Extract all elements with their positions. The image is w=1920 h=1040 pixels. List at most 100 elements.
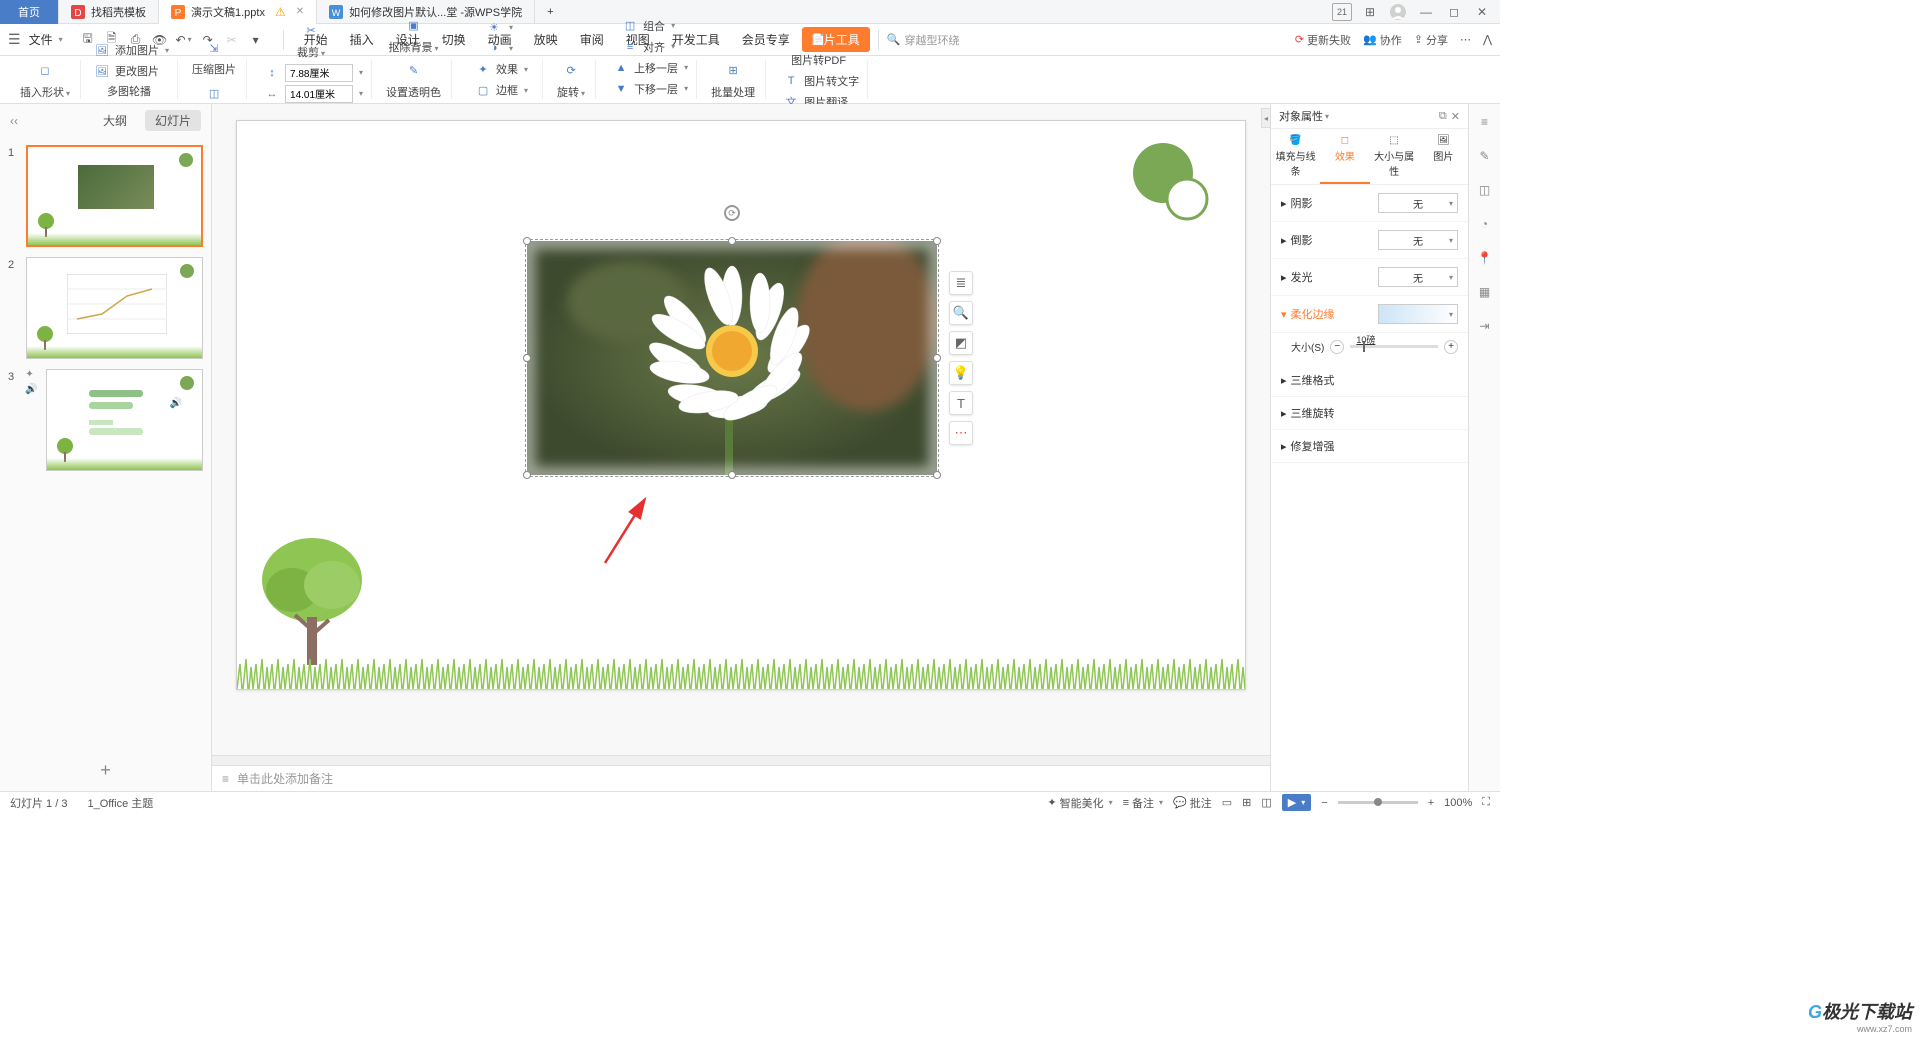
brightness-button[interactable]: ☀▾ xyxy=(483,17,515,37)
slide-thumb-2[interactable] xyxy=(26,257,203,359)
tab-add[interactable]: + xyxy=(535,0,565,24)
add-image-button[interactable]: 🖼添加图片▾ xyxy=(91,40,171,60)
slide-canvas[interactable]: ⟳ ≣ 🔍 ◩ 💡 T ⋯ xyxy=(236,120,1246,690)
thumb-row[interactable]: 3 ✦🔊 🔊 xyxy=(8,369,203,471)
text-button[interactable]: T xyxy=(949,391,973,415)
collapse-ribbon[interactable]: ⋀ xyxy=(1483,33,1492,46)
pp-tab-fill[interactable]: 🪣填充与线条 xyxy=(1271,129,1320,184)
tab-templates[interactable]: D 找稻壳模板 xyxy=(59,0,159,24)
maximize-icon[interactable]: ◻ xyxy=(1444,3,1464,21)
transparent-color-button[interactable]: ✎设置透明色 xyxy=(382,58,445,102)
minus-icon[interactable]: − xyxy=(1330,340,1344,354)
ri-toolbox-icon[interactable]: ≡ xyxy=(1475,112,1495,132)
resize-handle-ne[interactable] xyxy=(933,237,941,245)
multi-rotate-button[interactable]: 多图轮播 xyxy=(105,82,163,100)
softedge-section[interactable]: ▾柔化边缘▾ xyxy=(1271,296,1468,333)
more-menu[interactable]: ⋯ xyxy=(1460,33,1471,46)
notes-button[interactable]: ≡备注▾ xyxy=(1123,795,1163,811)
zoom-value[interactable]: 100% xyxy=(1444,797,1472,809)
glow-select[interactable]: 无▾ xyxy=(1378,267,1458,287)
border-button[interactable]: ▢边框▾ xyxy=(472,80,530,100)
thumb-row[interactable]: 2 xyxy=(8,257,203,359)
update-fail[interactable]: ⟳更新失败 xyxy=(1295,32,1351,48)
reflection-select[interactable]: 无▾ xyxy=(1378,230,1458,250)
ri-style-icon[interactable]: ✎ xyxy=(1475,146,1495,166)
send-backward-button[interactable]: ▼下移一层▾ xyxy=(610,79,690,99)
repair-section[interactable]: ▸修复增强 xyxy=(1271,430,1468,463)
collapse-prop-icon[interactable]: ◂ xyxy=(1261,108,1271,128)
menu-insert[interactable]: 插入 xyxy=(340,27,384,52)
align-button[interactable]: ≡对齐▾ xyxy=(619,37,677,57)
collapse-panel-icon[interactable]: ‹‹ xyxy=(10,114,18,128)
pp-tab-image[interactable]: 🖼图片 xyxy=(1419,129,1468,184)
bring-forward-button[interactable]: ▲上移一层▾ xyxy=(610,58,690,78)
contrast-button[interactable]: ◑▾ xyxy=(483,38,515,58)
slideshow-button[interactable]: ▶▾ xyxy=(1282,794,1311,811)
size-slider[interactable] xyxy=(1350,345,1438,348)
add-slide-button[interactable]: + xyxy=(0,750,211,791)
effects-button[interactable]: ✦效果▾ xyxy=(472,59,530,79)
beautify-button[interactable]: ✦智能美化▾ xyxy=(1047,795,1112,811)
menu-slideshow[interactable]: 放映 xyxy=(524,27,568,52)
remove-bg-button[interactable]: ▣抠除背景▾ xyxy=(385,13,443,57)
threed-rotate-section[interactable]: ▸三维旋转 xyxy=(1271,397,1468,430)
close-icon[interactable]: ✕ xyxy=(1472,3,1492,21)
slide-thumb-3[interactable]: 🔊 xyxy=(46,369,203,471)
more-icon[interactable]: ▾ xyxy=(247,31,265,49)
avatar-icon[interactable] xyxy=(1388,3,1408,21)
width-input[interactable]: ↔▾ xyxy=(261,84,365,104)
plus-icon[interactable]: + xyxy=(1444,340,1458,354)
search-box[interactable]: 🔍 穿越型环绕 xyxy=(878,30,968,50)
pp-tab-effects[interactable]: ◻效果 xyxy=(1320,129,1369,184)
softedge-select[interactable]: ▾ xyxy=(1378,304,1458,324)
rotate-handle[interactable]: ⟳ xyxy=(724,205,740,221)
view-sorter-icon[interactable]: ⊞ xyxy=(1242,796,1251,809)
resize-handle-e[interactable] xyxy=(933,354,941,362)
combine-button[interactable]: ◫组合▾ xyxy=(619,16,677,36)
menu-icon[interactable]: ☰ xyxy=(8,31,21,48)
more-button[interactable]: ⋯ xyxy=(949,421,973,445)
close-icon[interactable]: ✕ xyxy=(296,6,304,17)
zoom-in-icon[interactable]: + xyxy=(1428,797,1434,809)
resize-handle-nw[interactable] xyxy=(523,237,531,245)
minimize-icon[interactable]: — xyxy=(1416,3,1436,21)
ri-template-icon[interactable]: ▦ xyxy=(1475,282,1495,302)
resize-handle-s[interactable] xyxy=(728,471,736,479)
ri-export-icon[interactable]: ⇥ xyxy=(1475,316,1495,336)
h-scrollbar[interactable] xyxy=(212,755,1270,765)
fit-icon[interactable]: ⛶ xyxy=(1482,796,1490,809)
apps-icon[interactable]: ⊞ xyxy=(1360,3,1380,21)
ri-pin-icon[interactable]: 📍 xyxy=(1475,248,1495,268)
close-panel-icon[interactable]: ✕ xyxy=(1451,110,1460,123)
share[interactable]: ⇪分享 xyxy=(1414,32,1448,48)
slides-tab[interactable]: 幻灯片 xyxy=(145,110,201,131)
shadow-select[interactable]: 无▾ xyxy=(1378,193,1458,213)
comments-button[interactable]: 💬批注 xyxy=(1173,795,1212,811)
ri-clip-icon[interactable]: ◔ xyxy=(1475,214,1495,234)
to-pdf-button[interactable]: 📄图片转PDF xyxy=(787,26,850,70)
height-field[interactable] xyxy=(285,64,353,82)
height-input[interactable]: ↕▾ xyxy=(261,63,365,83)
resize-handle-w[interactable] xyxy=(523,354,531,362)
resize-handle-n[interactable] xyxy=(728,237,736,245)
compress-button[interactable]: ⇲压缩图片 xyxy=(188,35,240,79)
view-reading-icon[interactable]: ◫ xyxy=(1261,796,1271,809)
outline-tab[interactable]: 大纲 xyxy=(93,110,137,131)
menu-review[interactable]: 审阅 xyxy=(570,27,614,52)
file-menu[interactable]: 文件▾ xyxy=(23,29,69,50)
crop-button[interactable]: ✂裁剪▾ xyxy=(293,18,329,62)
threed-format-section[interactable]: ▸三维格式 xyxy=(1271,364,1468,397)
zoom-button[interactable]: 🔍 xyxy=(949,301,973,325)
shadow-section[interactable]: ▸阴影无▾ xyxy=(1271,185,1468,222)
selected-image[interactable]: ⟳ xyxy=(527,241,937,475)
resize-handle-se[interactable] xyxy=(933,471,941,479)
layers-button[interactable]: ≣ xyxy=(949,271,973,295)
zoom-slider[interactable] xyxy=(1338,801,1418,804)
insert-shape-button[interactable]: ◻插入形状▾ xyxy=(16,58,74,102)
thumb-row[interactable]: 1 xyxy=(8,145,203,247)
zoom-out-icon[interactable]: − xyxy=(1321,797,1327,809)
glow-section[interactable]: ▸发光无▾ xyxy=(1271,259,1468,296)
ri-layout-icon[interactable]: ◫ xyxy=(1475,180,1495,200)
tab-home[interactable]: 首页 xyxy=(0,0,59,24)
batch-button[interactable]: ⊞批量处理 xyxy=(707,58,759,102)
